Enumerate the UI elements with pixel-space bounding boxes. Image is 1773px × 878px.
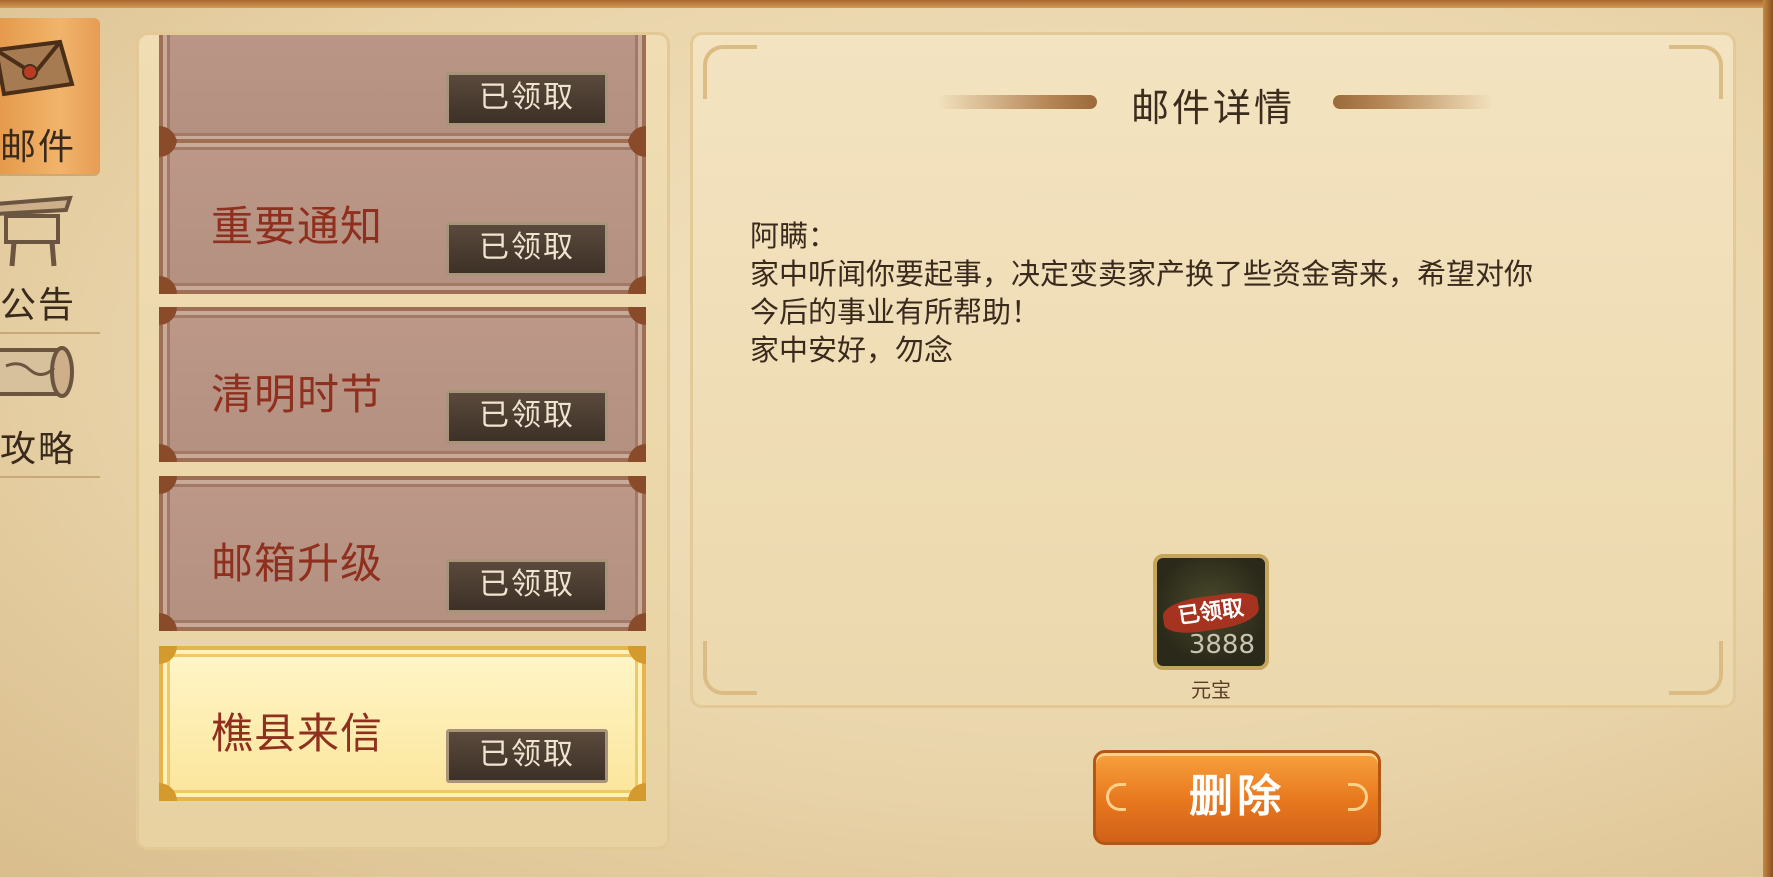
claimed-badge: 已领取 (446, 559, 608, 613)
yuanbao-icon: 已领取 3888 (1153, 554, 1269, 670)
sidebar: 邮件 公告 攻略 (0, 18, 100, 878)
reward-name: 元宝 (1191, 678, 1231, 702)
reward-count: 3888 (1188, 630, 1255, 660)
mail-body-line: 家中安好，勿念 (750, 333, 954, 367)
scroll-icon (0, 346, 74, 398)
mail-list-item[interactable]: 清明时节 已领取 (159, 307, 646, 462)
delete-button[interactable]: 删除 (1093, 750, 1381, 845)
detail-title: 邮件详情 (1130, 86, 1295, 130)
window-top-border (0, 0, 1773, 8)
detail-header: 邮件详情 (693, 77, 1733, 130)
mail-title: 重要通知 (211, 202, 384, 251)
mail-list-item[interactable]: 重要通知 已领取 (159, 139, 646, 294)
envelope-icon (0, 39, 75, 97)
sidebar-item-label: 攻略 (0, 429, 77, 470)
delete-button-label: 删除 (1189, 771, 1285, 822)
mail-title: 邮箱升级 (211, 539, 384, 588)
mail-title: 清明时节 (211, 370, 384, 419)
mail-list-item[interactable]: 已领取 (159, 35, 646, 144)
mail-list-panel: 已领取 重要通知 已领取 清明时节 已领取 邮箱升级 已领取 樵县来信 已领取 (136, 32, 670, 850)
sidebar-item-label: 邮件 (0, 127, 77, 168)
mail-body-line: 今后的事业有所帮助！ (750, 295, 1041, 329)
mail-title: 樵县来信 (211, 709, 384, 758)
panel-corner-ornament (1669, 641, 1723, 695)
button-ornament-right (1348, 783, 1368, 811)
button-ornament-left (1106, 783, 1126, 811)
claimed-badge: 已领取 (446, 390, 608, 444)
sidebar-item-notice[interactable]: 公告 (0, 176, 100, 334)
sidebar-item-mail[interactable]: 邮件 (0, 18, 100, 176)
mail-body: 阿瞒： 家中听闻你要起事，决定变卖家产换了些资金寄来，希望对你 今后的事业有所帮… (750, 217, 1670, 369)
claimed-badge: 已领取 (446, 72, 608, 126)
mail-list-item[interactable]: 邮箱升级 已领取 (159, 476, 646, 631)
claimed-badge: 已领取 (446, 729, 608, 783)
window-right-border (1763, 0, 1773, 877)
mail-body-line: 阿瞒： (750, 219, 838, 253)
mail-body-line: 家中听闻你要起事，决定变卖家产换了些资金寄来，希望对你 (750, 257, 1534, 291)
panel-corner-ornament (703, 641, 757, 695)
notice-board-icon (0, 195, 73, 267)
sidebar-item-guide[interactable]: 攻略 (0, 320, 100, 478)
mail-detail-panel: 邮件详情 阿瞒： 家中听闻你要起事，决定变卖家产换了些资金寄来，希望对你 今后的… (690, 32, 1736, 708)
reward-item[interactable]: 已领取 3888 元宝 (1153, 554, 1269, 703)
mail-list-item-selected[interactable]: 樵县来信 已领取 (159, 646, 646, 801)
claimed-badge: 已领取 (446, 222, 608, 276)
